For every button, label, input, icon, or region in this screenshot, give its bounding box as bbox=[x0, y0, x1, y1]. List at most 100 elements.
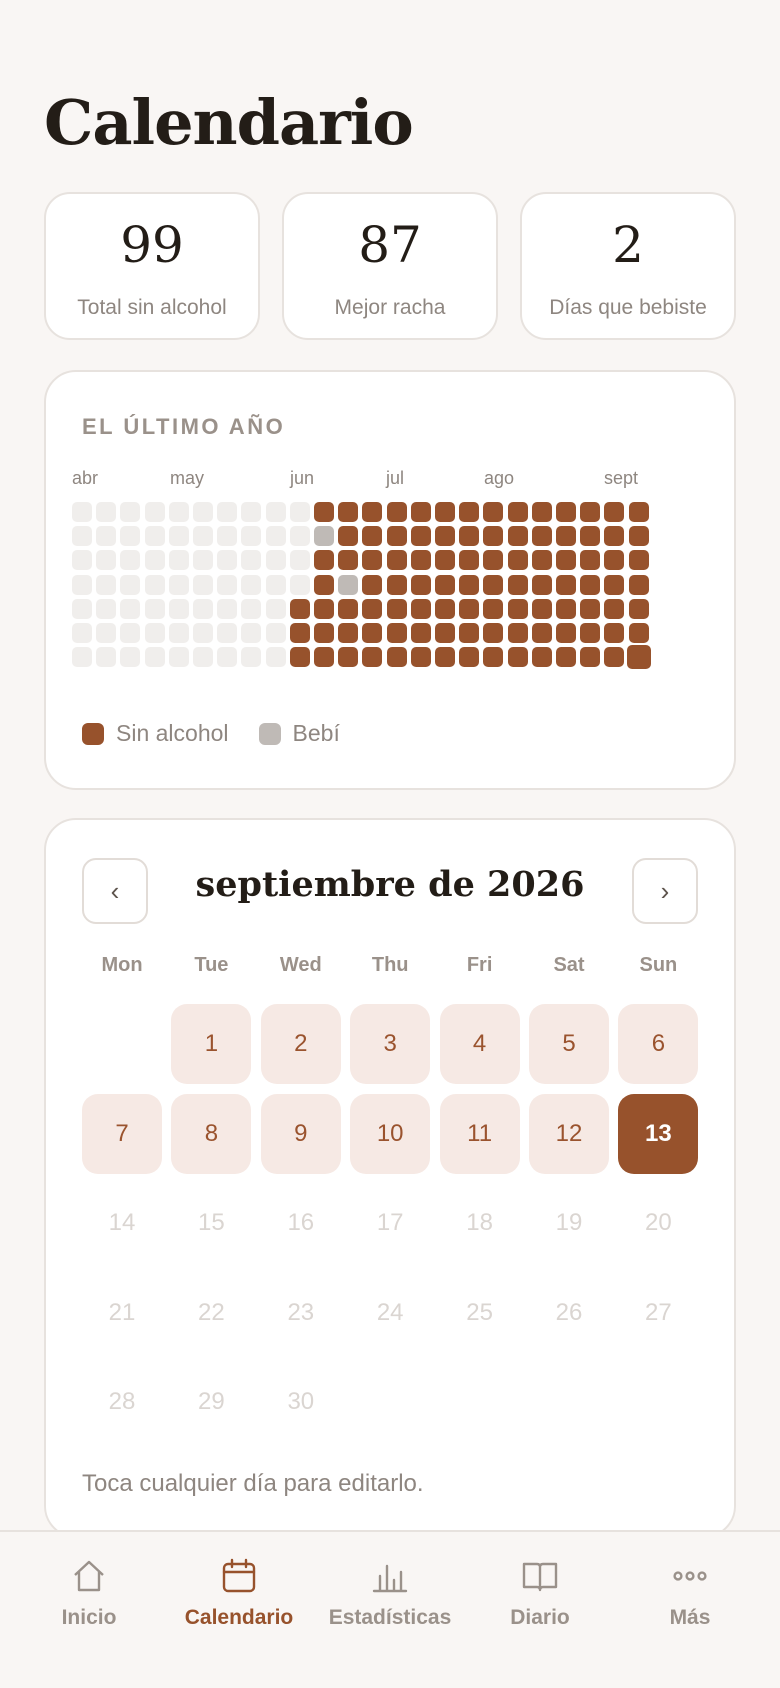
heatmap-cell bbox=[556, 574, 576, 595]
heatmap-cell bbox=[483, 550, 504, 571]
heatmap-cell bbox=[193, 550, 213, 571]
heatmap-cell bbox=[120, 502, 141, 522]
calendar-day[interactable]: 24 bbox=[350, 1273, 430, 1353]
calendar-day[interactable]: 16 bbox=[261, 1183, 341, 1263]
heatmap-cell bbox=[314, 598, 334, 619]
calendar-day[interactable]: 9 bbox=[260, 1093, 341, 1174]
calendar-day[interactable]: 27 bbox=[618, 1273, 698, 1353]
calendar-day[interactable]: 11 bbox=[439, 1093, 520, 1174]
legend-swatch-sober bbox=[82, 722, 104, 745]
calendar-day[interactable]: 15 bbox=[171, 1183, 251, 1263]
home-icon bbox=[69, 1556, 109, 1596]
legend-item-drank: Bebí bbox=[258, 720, 340, 747]
calendar-day[interactable]: 28 bbox=[82, 1362, 162, 1442]
heatmap-cell bbox=[507, 550, 528, 571]
calendar-day[interactable]: 29 bbox=[171, 1362, 251, 1442]
heatmap-cell bbox=[144, 647, 165, 668]
heatmap-cell bbox=[289, 623, 310, 643]
calendar-day[interactable]: 2 bbox=[260, 1004, 341, 1084]
heatmap-cell bbox=[459, 550, 480, 571]
heatmap-cell bbox=[556, 598, 576, 619]
heatmap-cell bbox=[289, 574, 310, 595]
heatmap-cell bbox=[193, 502, 213, 522]
heatmap-cell bbox=[556, 526, 576, 547]
calendar-day[interactable]: 1 bbox=[171, 1004, 252, 1084]
calendar-day[interactable]: 23 bbox=[261, 1273, 341, 1353]
heatmap-legend: Sin alcohol Bebí bbox=[82, 720, 340, 747]
weekday-header: Mon Tue Wed Thu Fri Sat Sun bbox=[82, 954, 702, 984]
nav-item-calendario[interactable]: Calendario bbox=[164, 1556, 314, 1630]
heatmap-cell bbox=[507, 623, 528, 643]
stat-card-best-streak: 87 Mejor racha bbox=[282, 192, 498, 340]
heatmap-cell bbox=[120, 623, 141, 643]
calendar-day[interactable]: 21 bbox=[82, 1273, 162, 1353]
calendar-day[interactable]: 8 bbox=[171, 1093, 252, 1174]
heatmap-cell bbox=[265, 502, 286, 522]
heatmap-cell bbox=[435, 574, 455, 595]
heatmap-cell bbox=[72, 598, 92, 619]
calendar-day[interactable]: 6 bbox=[618, 1004, 699, 1084]
heatmap-cell bbox=[144, 598, 165, 619]
heatmap-cell bbox=[314, 502, 334, 522]
heatmap-cell bbox=[531, 623, 552, 643]
calendar-day-today[interactable]: 13 bbox=[618, 1093, 699, 1174]
calendar-day[interactable]: 5 bbox=[529, 1004, 609, 1084]
heatmap-cell bbox=[580, 623, 601, 643]
nav-item-inicio[interactable]: Inicio bbox=[14, 1556, 164, 1630]
nav-label: Estadísticas bbox=[328, 1606, 452, 1629]
heatmap-cell bbox=[410, 574, 431, 595]
nav-item-estadísticas[interactable]: Estadísticas bbox=[315, 1556, 465, 1630]
heatmap-cell bbox=[580, 550, 601, 571]
next-month-button[interactable]: › bbox=[632, 858, 698, 924]
legend-swatch-drank bbox=[258, 722, 281, 745]
nav-item-diario[interactable]: Diario bbox=[465, 1556, 615, 1630]
calendar-day[interactable]: 14 bbox=[82, 1183, 162, 1263]
heatmap-cell bbox=[96, 526, 117, 547]
calendar-day[interactable]: 26 bbox=[529, 1273, 609, 1353]
heatmap-cell bbox=[96, 647, 117, 668]
heatmap-cell bbox=[483, 623, 504, 643]
heatmap-cell bbox=[241, 502, 262, 522]
day-grid: 1 2 3 4 5 6 7 8 9 10 11 12 13 14 15 16 17 18 19 20 21 22 23 24 2… bbox=[82, 1004, 702, 1444]
calendar-day[interactable]: 17 bbox=[350, 1183, 430, 1263]
calendar-day[interactable]: 3 bbox=[350, 1004, 431, 1084]
heatmap-cell bbox=[604, 526, 625, 547]
heatmap-cell bbox=[193, 526, 213, 547]
calendar-day[interactable]: 20 bbox=[618, 1183, 698, 1263]
heatmap-cell bbox=[531, 574, 552, 595]
heatmap-cell bbox=[120, 526, 141, 547]
heatmap-cell bbox=[580, 647, 601, 668]
calendar-day[interactable]: 4 bbox=[439, 1004, 520, 1084]
heatmap-cell bbox=[459, 502, 480, 522]
heatmap-cell bbox=[386, 647, 407, 668]
stat-value: 99 bbox=[120, 216, 184, 274]
heatmap-cell bbox=[241, 574, 262, 595]
heatmap-cell bbox=[120, 647, 141, 668]
calendar-day[interactable]: 30 bbox=[261, 1362, 341, 1442]
calendar-day[interactable]: 19 bbox=[529, 1183, 609, 1263]
section-title: EL ÚLTIMO AÑO bbox=[82, 414, 286, 439]
calendar-day[interactable]: 25 bbox=[440, 1273, 520, 1353]
edit-hint: Toca cualquier día para editarlo. bbox=[82, 1470, 424, 1497]
heatmap-cell bbox=[193, 598, 213, 619]
heatmap-cell bbox=[580, 526, 601, 547]
stat-label: Total sin alcohol bbox=[77, 296, 227, 319]
heatmap-cell bbox=[217, 526, 238, 547]
calendar-day[interactable]: 7 bbox=[82, 1093, 162, 1174]
nav-item-más[interactable]: Más bbox=[615, 1556, 765, 1630]
heatmap-cell bbox=[604, 598, 625, 619]
stat-card-total-sober: 99 Total sin alcohol bbox=[44, 192, 260, 340]
heatmap-cell bbox=[241, 550, 262, 571]
heatmap-cell bbox=[435, 623, 455, 643]
calendar-day[interactable]: 10 bbox=[350, 1093, 431, 1174]
heatmap-cell bbox=[435, 526, 455, 547]
heatmap-cell bbox=[96, 550, 117, 571]
calendar-day[interactable]: 22 bbox=[171, 1273, 251, 1353]
month-calendar-card: ‹ septiembre de 2026 › Mon Tue Wed Thu Fri Sa… bbox=[44, 818, 736, 1538]
calendar-day[interactable]: 12 bbox=[529, 1093, 609, 1174]
heatmap-cell bbox=[96, 502, 117, 522]
calendar-day[interactable]: 18 bbox=[440, 1183, 520, 1263]
heatmap-cell bbox=[362, 574, 383, 595]
heatmap-cell bbox=[289, 598, 310, 619]
heatmap-cell bbox=[72, 550, 92, 571]
